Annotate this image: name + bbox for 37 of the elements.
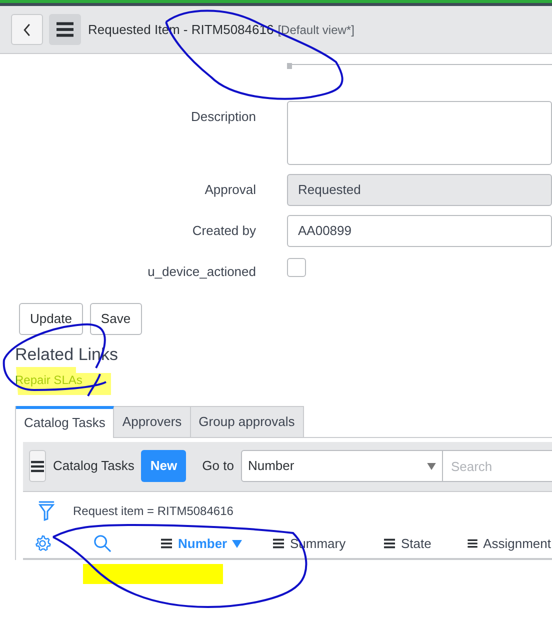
search-icon[interactable] [93, 534, 112, 553]
menu-icon [30, 460, 45, 472]
view-label: [Default view*] [278, 22, 354, 38]
filter-condition: Request item = RITM5084616 [73, 502, 234, 520]
tab[interactable]: Catalog Tasks [16, 406, 114, 438]
settings-icon[interactable] [33, 534, 52, 553]
back-button[interactable] [11, 14, 43, 45]
field-label: Approval [204, 181, 256, 199]
list-title: Catalog Tasks [53, 457, 134, 476]
field-label: Description [190, 108, 256, 126]
form-button[interactable]: Update [19, 302, 83, 334]
goto-label: Go to [202, 457, 234, 476]
menu-icon [55, 21, 75, 38]
menu-button[interactable] [49, 14, 81, 45]
column-menu-icon [272, 538, 285, 549]
dropdown-icon [426, 462, 436, 470]
column-menu-icon [467, 538, 478, 549]
form-button[interactable]: Save [90, 302, 142, 334]
field-label: Created by [191, 222, 256, 240]
sort-down-icon [232, 540, 242, 548]
tab[interactable]: Approvers [114, 406, 191, 438]
column-header[interactable]: State [383, 534, 467, 554]
column-menu-icon [383, 538, 396, 549]
input-field[interactable]: AA00899 [287, 215, 552, 247]
back-icon [23, 22, 31, 36]
list-menu-button[interactable] [29, 450, 46, 482]
field-label: u_device_actioned [146, 263, 256, 281]
column-menu-icon [160, 538, 173, 549]
description-field[interactable] [287, 101, 552, 165]
search-field[interactable]: Search [442, 450, 552, 482]
checkbox[interactable] [287, 258, 306, 277]
goto-select[interactable]: Number [240, 450, 443, 482]
column-header[interactable]: Assignment [467, 534, 551, 554]
tab[interactable]: Group approvals [190, 406, 304, 438]
resize-handle[interactable] [287, 63, 292, 69]
approval-field: Requested [287, 174, 552, 206]
filter-icon [38, 500, 55, 521]
